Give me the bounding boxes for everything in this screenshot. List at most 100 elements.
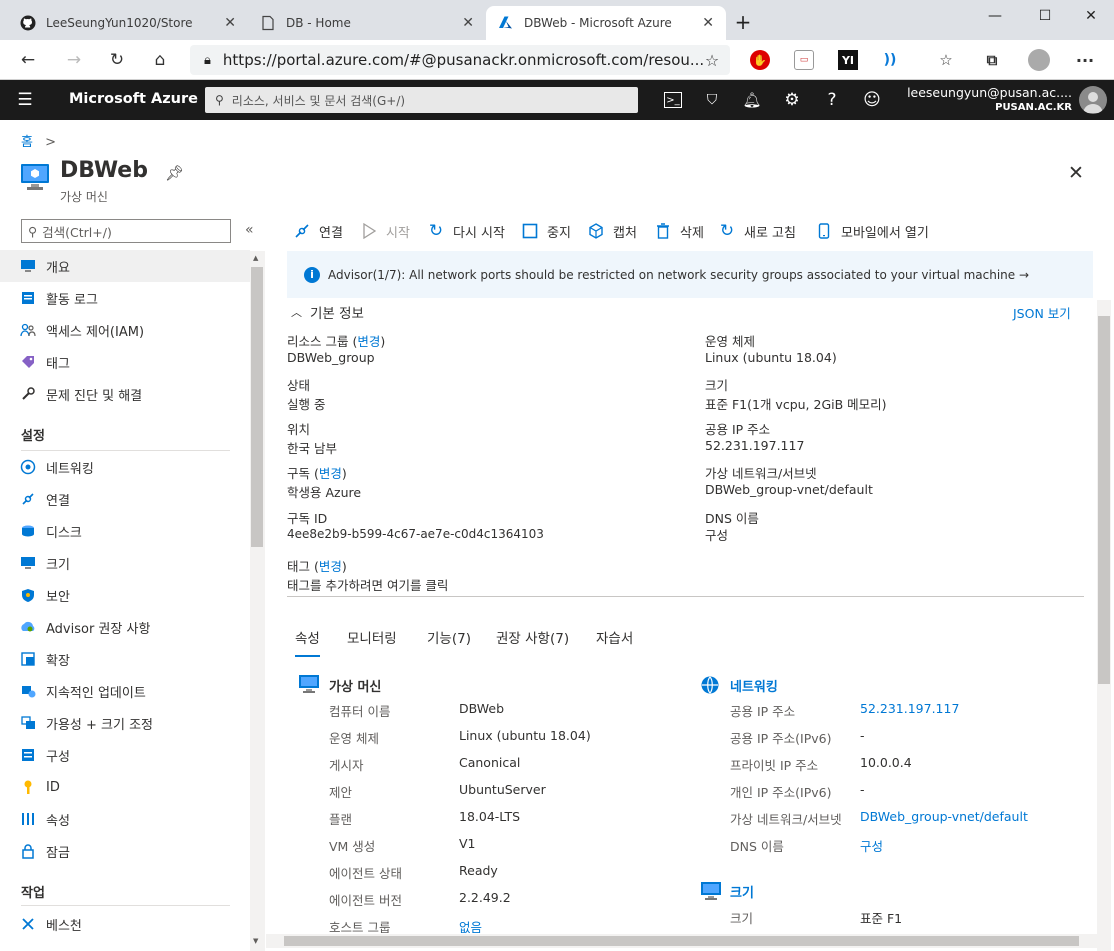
- sidebar-search-input[interactable]: ⚲ 검색(Ctrl+/): [21, 219, 231, 243]
- window-close-button[interactable]: ✕: [1076, 4, 1106, 28]
- profile-avatar[interactable]: [1028, 49, 1050, 71]
- cast-extension-icon[interactable]: ▭: [794, 50, 814, 70]
- sidebar-item-networking[interactable]: 네트워킹: [0, 451, 250, 483]
- property-value[interactable]: 없음: [459, 917, 482, 936]
- yi-extension-icon[interactable]: YI: [838, 50, 858, 70]
- maximize-button[interactable]: ☐: [1030, 4, 1060, 28]
- horizontal-scrollbar[interactable]: [266, 934, 1097, 948]
- connect-button[interactable]: 연결: [293, 221, 343, 241]
- new-tab-button[interactable]: +: [728, 10, 758, 34]
- global-search-input[interactable]: ⚲ 리소스, 서비스 및 문서 검색(G+/): [205, 87, 638, 113]
- scroll-up-arrow[interactable]: ▲: [253, 254, 258, 262]
- change-link[interactable]: 변경: [319, 466, 342, 481]
- sidebar-item-advisor[interactable]: Advisor 권장 사항: [0, 611, 250, 643]
- start-button[interactable]: 시작: [360, 221, 410, 241]
- horizontal-scroll-thumb[interactable]: [284, 936, 1079, 946]
- sidebar-item-diagnose[interactable]: 문제 진단 및 해결: [0, 378, 250, 410]
- browser-tab-azure[interactable]: DBWeb - Microsoft Azure ✕: [486, 6, 726, 40]
- network-section-title[interactable]: 네트워킹: [730, 676, 778, 695]
- close-blade-icon[interactable]: ✕: [1068, 162, 1084, 184]
- resource-group-value[interactable]: DBWeb_group: [287, 350, 375, 365]
- sidebar-item-label: 속성: [46, 813, 70, 829]
- back-button[interactable]: ←: [16, 48, 40, 72]
- change-link[interactable]: 변경: [357, 334, 380, 349]
- sidebar-item-locks[interactable]: 잠금: [0, 835, 250, 867]
- essentials-toggle[interactable]: ︿ 기본 정보: [291, 302, 364, 322]
- account-info[interactable]: leeseungyun@pusan.ac.... PUSAN.AC.KR: [907, 85, 1072, 113]
- dns-configure-link[interactable]: 구성: [705, 525, 728, 544]
- sidebar-item-tags[interactable]: 태그: [0, 346, 250, 378]
- feedback-smiley-icon[interactable]: ☺: [862, 90, 882, 110]
- directory-filter-icon[interactable]: ⛉: [702, 90, 722, 110]
- main-scrollbar[interactable]: [1097, 300, 1111, 951]
- minimize-button[interactable]: —: [980, 4, 1010, 28]
- home-icon[interactable]: ⌂: [148, 48, 172, 72]
- tab-capabilities[interactable]: 기능(7): [427, 627, 471, 647]
- delete-button[interactable]: 삭제: [654, 221, 704, 241]
- collapse-sidebar-icon[interactable]: «: [245, 222, 254, 238]
- sidebar-scroll-thumb[interactable]: [251, 267, 263, 547]
- add-tags-link[interactable]: 태그를 추가하려면 여기를 클릭: [287, 575, 448, 594]
- vnet-value[interactable]: DBWeb_group-vnet/default: [705, 482, 873, 497]
- url-field[interactable]: 🔒︎ https://portal.azure.com/#@pusanackr.…: [190, 45, 730, 75]
- tab-tutorials[interactable]: 자습서: [596, 627, 633, 647]
- sidebar-item-connect[interactable]: 연결: [0, 483, 250, 515]
- browser-tab-github[interactable]: LeeSeungYun1020/Store ✕: [8, 6, 248, 40]
- tab-properties[interactable]: 속성: [295, 627, 320, 657]
- close-tab-icon[interactable]: ✕: [462, 15, 474, 31]
- property-key: 프라이빗 IP 주소: [730, 758, 819, 773]
- settings-gear-icon[interactable]: ⚙: [782, 90, 802, 110]
- property-value[interactable]: 구성: [860, 836, 883, 855]
- notifications-bell-icon[interactable]: 🔔︎: [742, 90, 762, 110]
- scroll-down-arrow[interactable]: ▼: [253, 937, 258, 945]
- property-value[interactable]: DBWeb_group-vnet/default: [860, 809, 1028, 824]
- close-tab-icon[interactable]: ✕: [702, 15, 714, 31]
- favorite-star-icon[interactable]: ☆: [700, 48, 724, 72]
- favorites-list-icon[interactable]: ☆: [936, 50, 956, 70]
- close-tab-icon[interactable]: ✕: [224, 15, 236, 31]
- hamburger-menu-icon[interactable]: ☰: [15, 90, 35, 110]
- wireless-extension-icon[interactable]: )): [880, 50, 900, 70]
- adblock-extension-icon[interactable]: ✋: [750, 50, 770, 70]
- property-value[interactable]: 52.231.197.117: [860, 701, 959, 716]
- sidebar-item-configuration[interactable]: 구성: [0, 739, 250, 771]
- sidebar-item-identity[interactable]: ID: [0, 771, 250, 803]
- sidebar-item-overview[interactable]: 개요: [0, 250, 250, 282]
- sidebar-scrollbar[interactable]: ▲ ▼: [250, 251, 265, 951]
- public-ip-value[interactable]: 52.231.197.117: [705, 438, 804, 453]
- sidebar-item-properties[interactable]: 속성: [0, 803, 250, 835]
- refresh-button[interactable]: ↻ 새로 고침: [718, 221, 796, 241]
- azure-brand[interactable]: Microsoft Azure: [69, 91, 198, 107]
- json-view-link[interactable]: JSON 보기: [1013, 303, 1071, 322]
- help-icon[interactable]: ?: [822, 90, 842, 110]
- capture-button[interactable]: 캡처: [587, 221, 637, 241]
- forward-button[interactable]: →: [62, 48, 86, 72]
- advisor-banner[interactable]: i Advisor(1/7): All network ports should…: [287, 251, 1093, 298]
- sidebar-item-iam[interactable]: 액세스 제어(IAM): [0, 314, 250, 346]
- collections-icon[interactable]: ⧉: [982, 50, 1002, 70]
- sidebar-item-continuous-update[interactable]: 지속적인 업데이트: [0, 675, 250, 707]
- sidebar-item-size[interactable]: 크기: [0, 547, 250, 579]
- sidebar-item-security[interactable]: 보안: [0, 579, 250, 611]
- user-avatar[interactable]: [1079, 86, 1107, 114]
- main-scroll-thumb[interactable]: [1098, 316, 1110, 684]
- sidebar-item-extensions[interactable]: 확장: [0, 643, 250, 675]
- stop-button[interactable]: 중지: [521, 221, 571, 241]
- sidebar-item-availability[interactable]: 가용성 + 크기 조정: [0, 707, 250, 739]
- restart-button[interactable]: ↻ 다시 시작: [427, 221, 505, 241]
- reload-button[interactable]: ↻: [105, 48, 129, 72]
- breadcrumb-home[interactable]: 홈: [21, 135, 33, 150]
- more-menu-icon[interactable]: ···: [1075, 50, 1095, 70]
- change-link[interactable]: 변경: [319, 559, 342, 574]
- cloud-shell-icon[interactable]: >_: [664, 92, 682, 108]
- pin-icon[interactable]: 📌︎: [165, 164, 184, 182]
- browser-tab-db-home[interactable]: DB - Home ✕: [248, 6, 486, 40]
- subscription-value[interactable]: 학생용 Azure: [287, 482, 361, 501]
- sidebar-item-activity-log[interactable]: 활동 로그: [0, 282, 250, 314]
- tab-recommendations[interactable]: 권장 사항(7): [496, 627, 569, 647]
- open-mobile-button[interactable]: 모바일에서 열기: [815, 221, 929, 241]
- tab-monitoring[interactable]: 모니터링: [347, 627, 397, 647]
- sidebar-item-bastion[interactable]: 베스천: [0, 908, 250, 940]
- size-section-title[interactable]: 크기: [730, 882, 754, 901]
- sidebar-item-disks[interactable]: 디스크: [0, 515, 250, 547]
